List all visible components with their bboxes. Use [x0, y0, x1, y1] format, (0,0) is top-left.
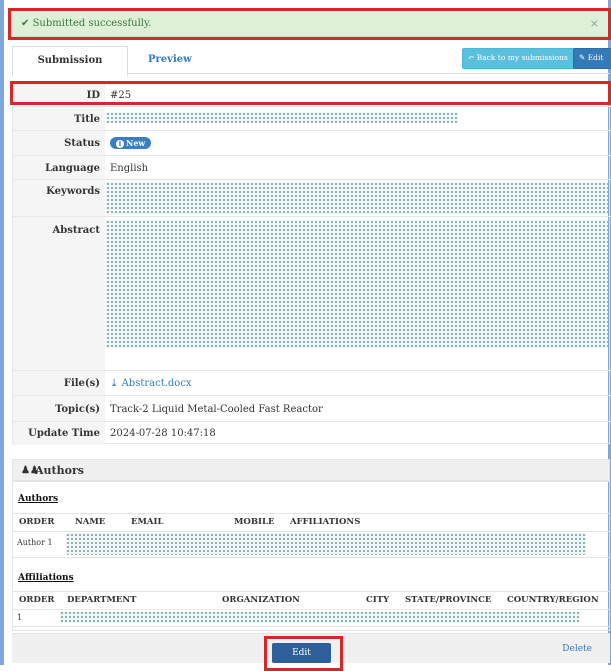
author-row: Author 1 [12, 530, 610, 558]
update-time-value: 2024-07-28 10:47:18 [110, 428, 216, 439]
update-time-label: Update Time [28, 428, 100, 439]
row-files: File(s) ⤓ Abstract.docx [13, 370, 611, 396]
redacted-author-details [66, 533, 586, 555]
col-order: ORDER [19, 517, 55, 527]
footer-actions: Edit Delete [12, 633, 610, 671]
authors-panel-header: ♟♟ Authors [12, 459, 610, 481]
highlight-box-id [10, 81, 611, 105]
col-department: DEPARTMENT [67, 595, 137, 605]
tab-preview[interactable]: Preview [148, 46, 192, 75]
info-icon: i [116, 140, 124, 148]
row-status: Status i New [13, 130, 611, 156]
keywords-label: Keywords [46, 186, 100, 197]
topics-value: Track-2 Liquid Metal-Cooled Fast Reactor [110, 404, 323, 415]
row-language: Language English [13, 155, 611, 180]
edit-button-top[interactable]: ✎ Edit [573, 48, 611, 69]
download-icon: ⤓ [110, 378, 119, 389]
col-mobile: MOBILE [234, 517, 275, 527]
status-label: Status [64, 138, 100, 149]
reply-icon: ↶ [468, 53, 475, 62]
topics-label: Topic(s) [55, 404, 100, 415]
col-city: CITY [366, 595, 390, 605]
author-order: Author 1 [17, 538, 53, 547]
redacted-keywords [106, 182, 608, 215]
redacted-affiliation-details [60, 611, 580, 623]
row-keywords: Keywords [13, 179, 611, 217]
row-title: Title [13, 106, 611, 131]
col-affiliations: AFFILIATIONS [290, 517, 361, 527]
col-organization: ORGANIZATION [222, 595, 300, 605]
col-email: EMAIL [131, 517, 164, 527]
redacted-title [106, 112, 458, 123]
file-link[interactable]: ⤓ Abstract.docx [110, 378, 192, 389]
col-aff-order: ORDER [19, 595, 55, 605]
redacted-abstract [106, 220, 608, 348]
col-country-region: COUNTRY/REGION [507, 595, 599, 605]
status-badge: i New [110, 137, 152, 149]
language-value: English [110, 163, 149, 174]
edit-icon: ✎ [579, 53, 586, 62]
left-border [0, 0, 4, 665]
files-label: File(s) [63, 378, 100, 389]
highlight-box-edit: Edit [264, 636, 343, 671]
title-label: Title [73, 114, 100, 125]
authors-subheading: Authors [18, 494, 59, 504]
col-name: NAME [75, 517, 106, 527]
affiliation-order: 1 [17, 613, 23, 622]
affiliations-subheading: Affiliations [18, 573, 74, 583]
tab-submission-information[interactable]: Submission Information [12, 46, 128, 94]
abstract-label: Abstract [52, 225, 100, 236]
highlight-box-alert [8, 8, 611, 40]
back-to-submissions-button[interactable]: ↶ Back to my submissions [462, 48, 582, 69]
row-abstract: Abstract [13, 216, 611, 371]
row-update-time: Update Time 2024-07-28 10:47:18 [13, 421, 611, 445]
submission-info-table: ID #25 Title Status i New Language Englis… [12, 82, 611, 445]
row-topics: Topic(s) Track-2 Liquid Metal-Cooled Fas… [13, 395, 611, 422]
authors-panel-title: Authors [35, 464, 84, 477]
delete-link[interactable]: Delete [562, 644, 592, 654]
language-label: Language [45, 163, 100, 174]
col-state-province: STATE/PROVINCE [405, 595, 492, 605]
edit-button[interactable]: Edit [272, 643, 331, 663]
affiliation-row: 1 [12, 608, 610, 627]
